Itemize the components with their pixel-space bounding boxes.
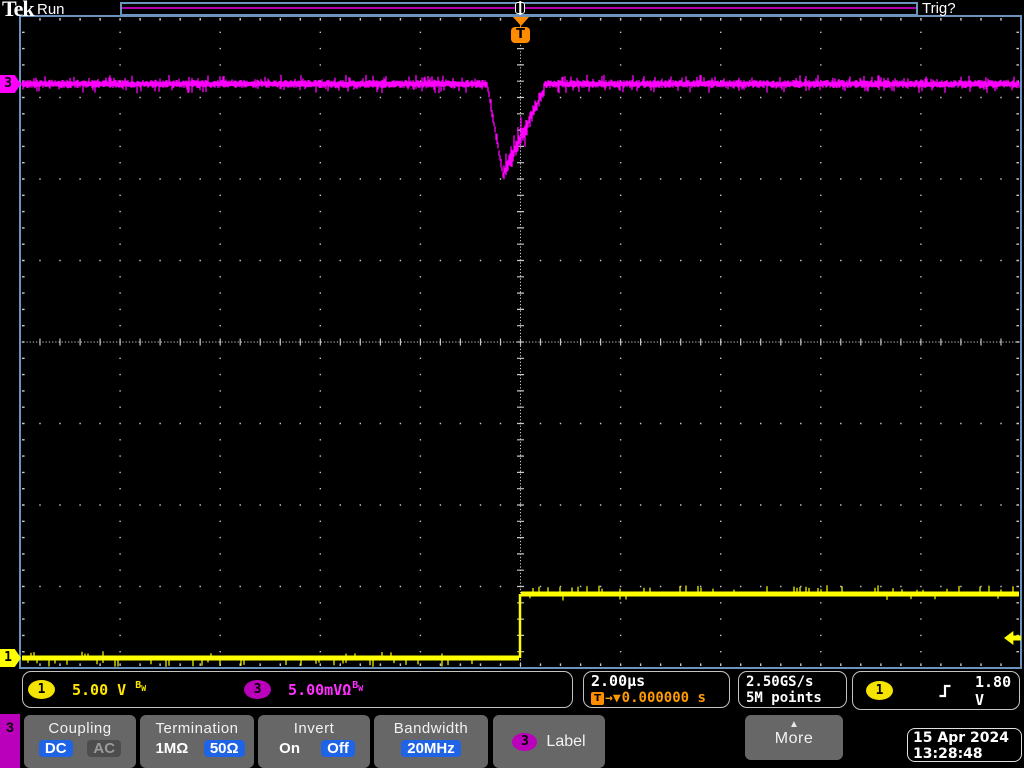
- invert-option-on[interactable]: On: [273, 740, 306, 757]
- sample-rate-readout: 2.50GS/s: [746, 674, 814, 690]
- bandwidth-option-20mhz[interactable]: 20MHz: [401, 740, 461, 757]
- trigger-source-badge: 1: [866, 681, 893, 700]
- ch1-bandwidth-limit-icon: BW: [135, 680, 147, 693]
- more-button-text: More: [774, 730, 814, 747]
- rising-edge-slope-icon: [939, 684, 951, 697]
- more-button[interactable]: ▲ More: [745, 715, 843, 760]
- coupling-label: Coupling: [48, 720, 112, 737]
- coupling-option-dc[interactable]: DC: [38, 740, 73, 757]
- termination-label: Termination: [155, 720, 239, 737]
- acquisition-status: Run: [37, 1, 65, 18]
- record-trigger-position-marker[interactable]: [515, 1, 525, 15]
- termination-button[interactable]: Termination 1MΩ 50Ω: [140, 715, 254, 768]
- trigger-level-readout: 1.80 V: [975, 672, 1012, 709]
- trigger-readout-box[interactable]: 1 1.80 V: [852, 671, 1020, 710]
- arrow-right-icon: →: [605, 690, 613, 706]
- menu-channel-tab[interactable]: 3: [0, 714, 20, 768]
- label-button[interactable]: 3 Label: [493, 715, 605, 768]
- up-arrow-icon: ▲: [789, 719, 799, 730]
- trigger-position-t-badge[interactable]: T: [511, 27, 530, 43]
- graticule-display: [19, 15, 1022, 669]
- acquisition-readout-box[interactable]: 2.50GS/s 5M points: [738, 671, 847, 708]
- label-button-text: Label: [546, 732, 586, 750]
- coupling-option-ac[interactable]: AC: [87, 740, 122, 757]
- invert-label: Invert: [293, 720, 335, 737]
- label-channel-badge: 3: [512, 732, 538, 751]
- timebase-scale-readout: 2.00µs: [591, 672, 646, 690]
- ch1-scale-readout: 5.00 V: [72, 680, 127, 699]
- oscilloscope-screen: Tek Run Trig? 3 1 T 1 5.00 V BW 3 5.00mV…: [0, 0, 1024, 768]
- record-length-readout: 5M points: [746, 690, 822, 706]
- trigger-status: Trig?: [922, 0, 956, 17]
- ch3-badge[interactable]: 3: [244, 680, 272, 699]
- date-text: 15 Apr 2024: [913, 730, 1009, 746]
- channel-readout-box[interactable]: 1 5.00 V BW 3 5.00mVΩ BW: [22, 671, 573, 708]
- trigger-t-icon: T: [591, 691, 604, 705]
- horizontal-position-readout: 0.000000 s: [621, 690, 706, 706]
- termination-option-1mohm[interactable]: 1MΩ: [149, 740, 194, 757]
- delay-marker-icon: ▼: [612, 690, 621, 706]
- record-view-bar[interactable]: [120, 1, 918, 16]
- ch3-scale-readout: 5.00mVΩ: [288, 680, 352, 699]
- ch3-bandwidth-limit-icon: BW: [352, 680, 364, 693]
- invert-option-off[interactable]: Off: [321, 740, 355, 757]
- datetime-display: 15 Apr 2024 13:28:48: [907, 728, 1022, 762]
- tek-logo: Tek: [2, 0, 35, 21]
- bandwidth-button[interactable]: Bandwidth 20MHz: [374, 715, 488, 768]
- termination-option-50ohm[interactable]: 50Ω: [203, 740, 245, 757]
- bandwidth-label: Bandwidth: [393, 720, 469, 737]
- time-text: 13:28:48: [913, 746, 983, 762]
- horizontal-readout-box[interactable]: 2.00µs T → ▼ 0.000000 s: [583, 671, 730, 708]
- ch1-badge[interactable]: 1: [28, 680, 55, 699]
- coupling-button[interactable]: Coupling DC AC: [24, 715, 136, 768]
- invert-button[interactable]: Invert On Off: [258, 715, 370, 768]
